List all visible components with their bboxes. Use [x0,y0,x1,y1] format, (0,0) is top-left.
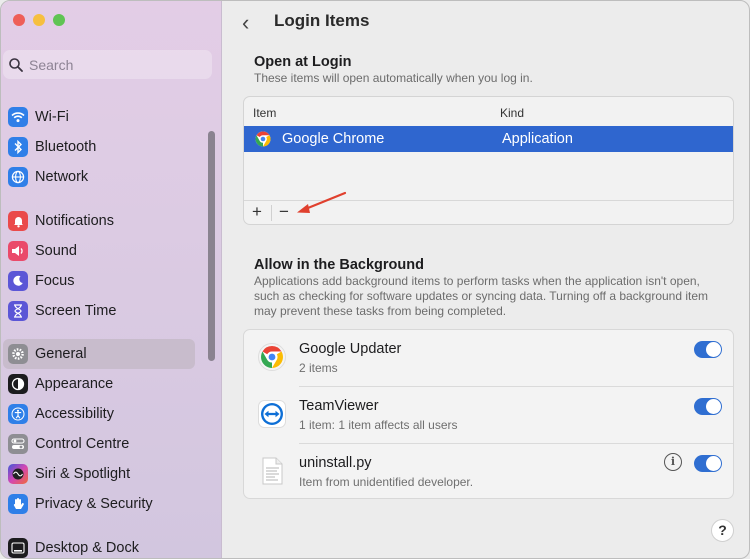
zoom-button[interactable] [53,14,65,26]
sidebar-item-label: Privacy & Security [35,496,153,512]
sidebar-item-label: Notifications [35,213,114,229]
sidebar-item-general[interactable]: General [3,339,195,369]
sidebar-item-label: Accessibility [35,406,114,422]
system-settings-window: Wi-Fi Bluetooth Network Notifications [0,0,750,559]
sidebar-item-label: General [35,346,87,362]
chrome-icon [255,131,271,147]
sidebar-item-label: Sound [35,243,77,259]
sidebar-item-label: Focus [35,273,75,289]
sidebar-item-label: Network [35,169,89,185]
gear-icon [8,344,28,364]
list-item-uninstall-py[interactable]: uninstall.py Item from unidentified deve… [244,444,733,500]
sidebar-item-label: Wi-Fi [35,109,69,125]
search-icon [9,57,23,72]
table-row[interactable]: Google Chrome Application [244,126,733,152]
background-title: Allow in the Background [254,257,424,273]
search-field[interactable] [3,50,212,79]
sidebar: Wi-Fi Bluetooth Network Notifications [1,1,222,558]
item-subtitle: 1 item: 1 item affects all users [299,418,458,432]
remove-button[interactable]: − [273,202,295,222]
hand-icon [8,494,28,514]
teamviewer-toggle[interactable] [694,398,722,415]
item-name: Google Updater [299,341,402,357]
column-header-item[interactable]: Item [253,106,276,120]
list-item-teamviewer[interactable]: TeamViewer 1 item: 1 item affects all us… [244,387,733,443]
sidebar-item-notifications[interactable]: Notifications [3,206,195,236]
sidebar-item-control-centre[interactable]: Control Centre [3,429,195,459]
info-button[interactable]: i [664,453,682,471]
sidebar-item-appearance[interactable]: Appearance [3,369,195,399]
main-pane: ‹ Login Items Open at Login These items … [223,1,749,558]
background-description: Applications add background items to per… [254,274,709,318]
item-name: TeamViewer [299,398,379,414]
open-at-login-description: These items will open automatically when… [254,71,533,85]
annotation-arrow-icon [297,191,347,213]
list-item-google-updater[interactable]: Google Updater 2 items [244,330,733,386]
speaker-icon [8,241,28,261]
google-updater-toggle[interactable] [694,341,722,358]
siri-icon [8,464,28,484]
sidebar-scrollbar[interactable] [208,131,215,361]
toggles-icon [8,434,28,454]
minimize-button[interactable] [33,14,45,26]
dock-icon [8,538,28,558]
add-button[interactable]: + [246,202,268,222]
sidebar-item-screen-time[interactable]: Screen Time [3,296,195,326]
bluetooth-icon [8,137,28,157]
table-header: Item Kind [244,97,733,126]
sidebar-item-accessibility[interactable]: Accessibility [3,399,195,429]
sidebar-item-label: Desktop & Dock [35,540,139,556]
sidebar-item-label: Screen Time [35,303,117,319]
toolbar-divider [271,205,272,221]
document-icon [262,457,283,485]
bell-icon [8,211,28,231]
page-title: Login Items [274,11,370,30]
item-subtitle: 2 items [299,361,338,375]
sidebar-item-focus[interactable]: Focus [3,266,195,296]
help-button[interactable]: ? [711,519,734,542]
sidebar-item-siri-spotlight[interactable]: Siri & Spotlight [3,459,195,489]
sidebar-item-label: Control Centre [35,436,130,452]
row-item-kind: Application [502,131,573,147]
traffic-lights [13,14,65,26]
appearance-icon [8,374,28,394]
sidebar-item-label: Siri & Spotlight [35,466,131,482]
sidebar-item-desktop-dock[interactable]: Desktop & Dock [3,533,195,558]
chrome-icon [258,343,286,371]
sidebar-item-privacy-security[interactable]: Privacy & Security [3,489,195,519]
item-name: uninstall.py [299,455,372,471]
sidebar-item-sound[interactable]: Sound [3,236,195,266]
back-button[interactable]: ‹ [242,10,249,36]
row-item-name: Google Chrome [282,131,385,147]
sidebar-item-bluetooth[interactable]: Bluetooth [3,132,195,162]
sidebar-item-wifi[interactable]: Wi-Fi [3,102,195,132]
background-items-list: Google Updater 2 items TeamViewer 1 item… [243,329,734,499]
moon-icon [8,271,28,291]
open-at-login-title: Open at Login [254,54,352,70]
search-input[interactable] [29,56,199,73]
close-button[interactable] [13,14,25,26]
teamviewer-icon [258,400,286,428]
sidebar-item-label: Bluetooth [35,139,97,155]
globe-icon [8,167,28,187]
hourglass-icon [8,301,28,321]
toolbar: ‹ Login Items [223,1,749,41]
wifi-icon [8,107,28,127]
accessibility-icon [8,404,28,424]
column-header-kind[interactable]: Kind [500,106,524,120]
item-subtitle: Item from unidentified developer. [299,475,474,489]
sidebar-item-network[interactable]: Network [3,162,195,192]
uninstall-py-toggle[interactable] [694,455,722,472]
sidebar-item-label: Appearance [35,376,114,392]
